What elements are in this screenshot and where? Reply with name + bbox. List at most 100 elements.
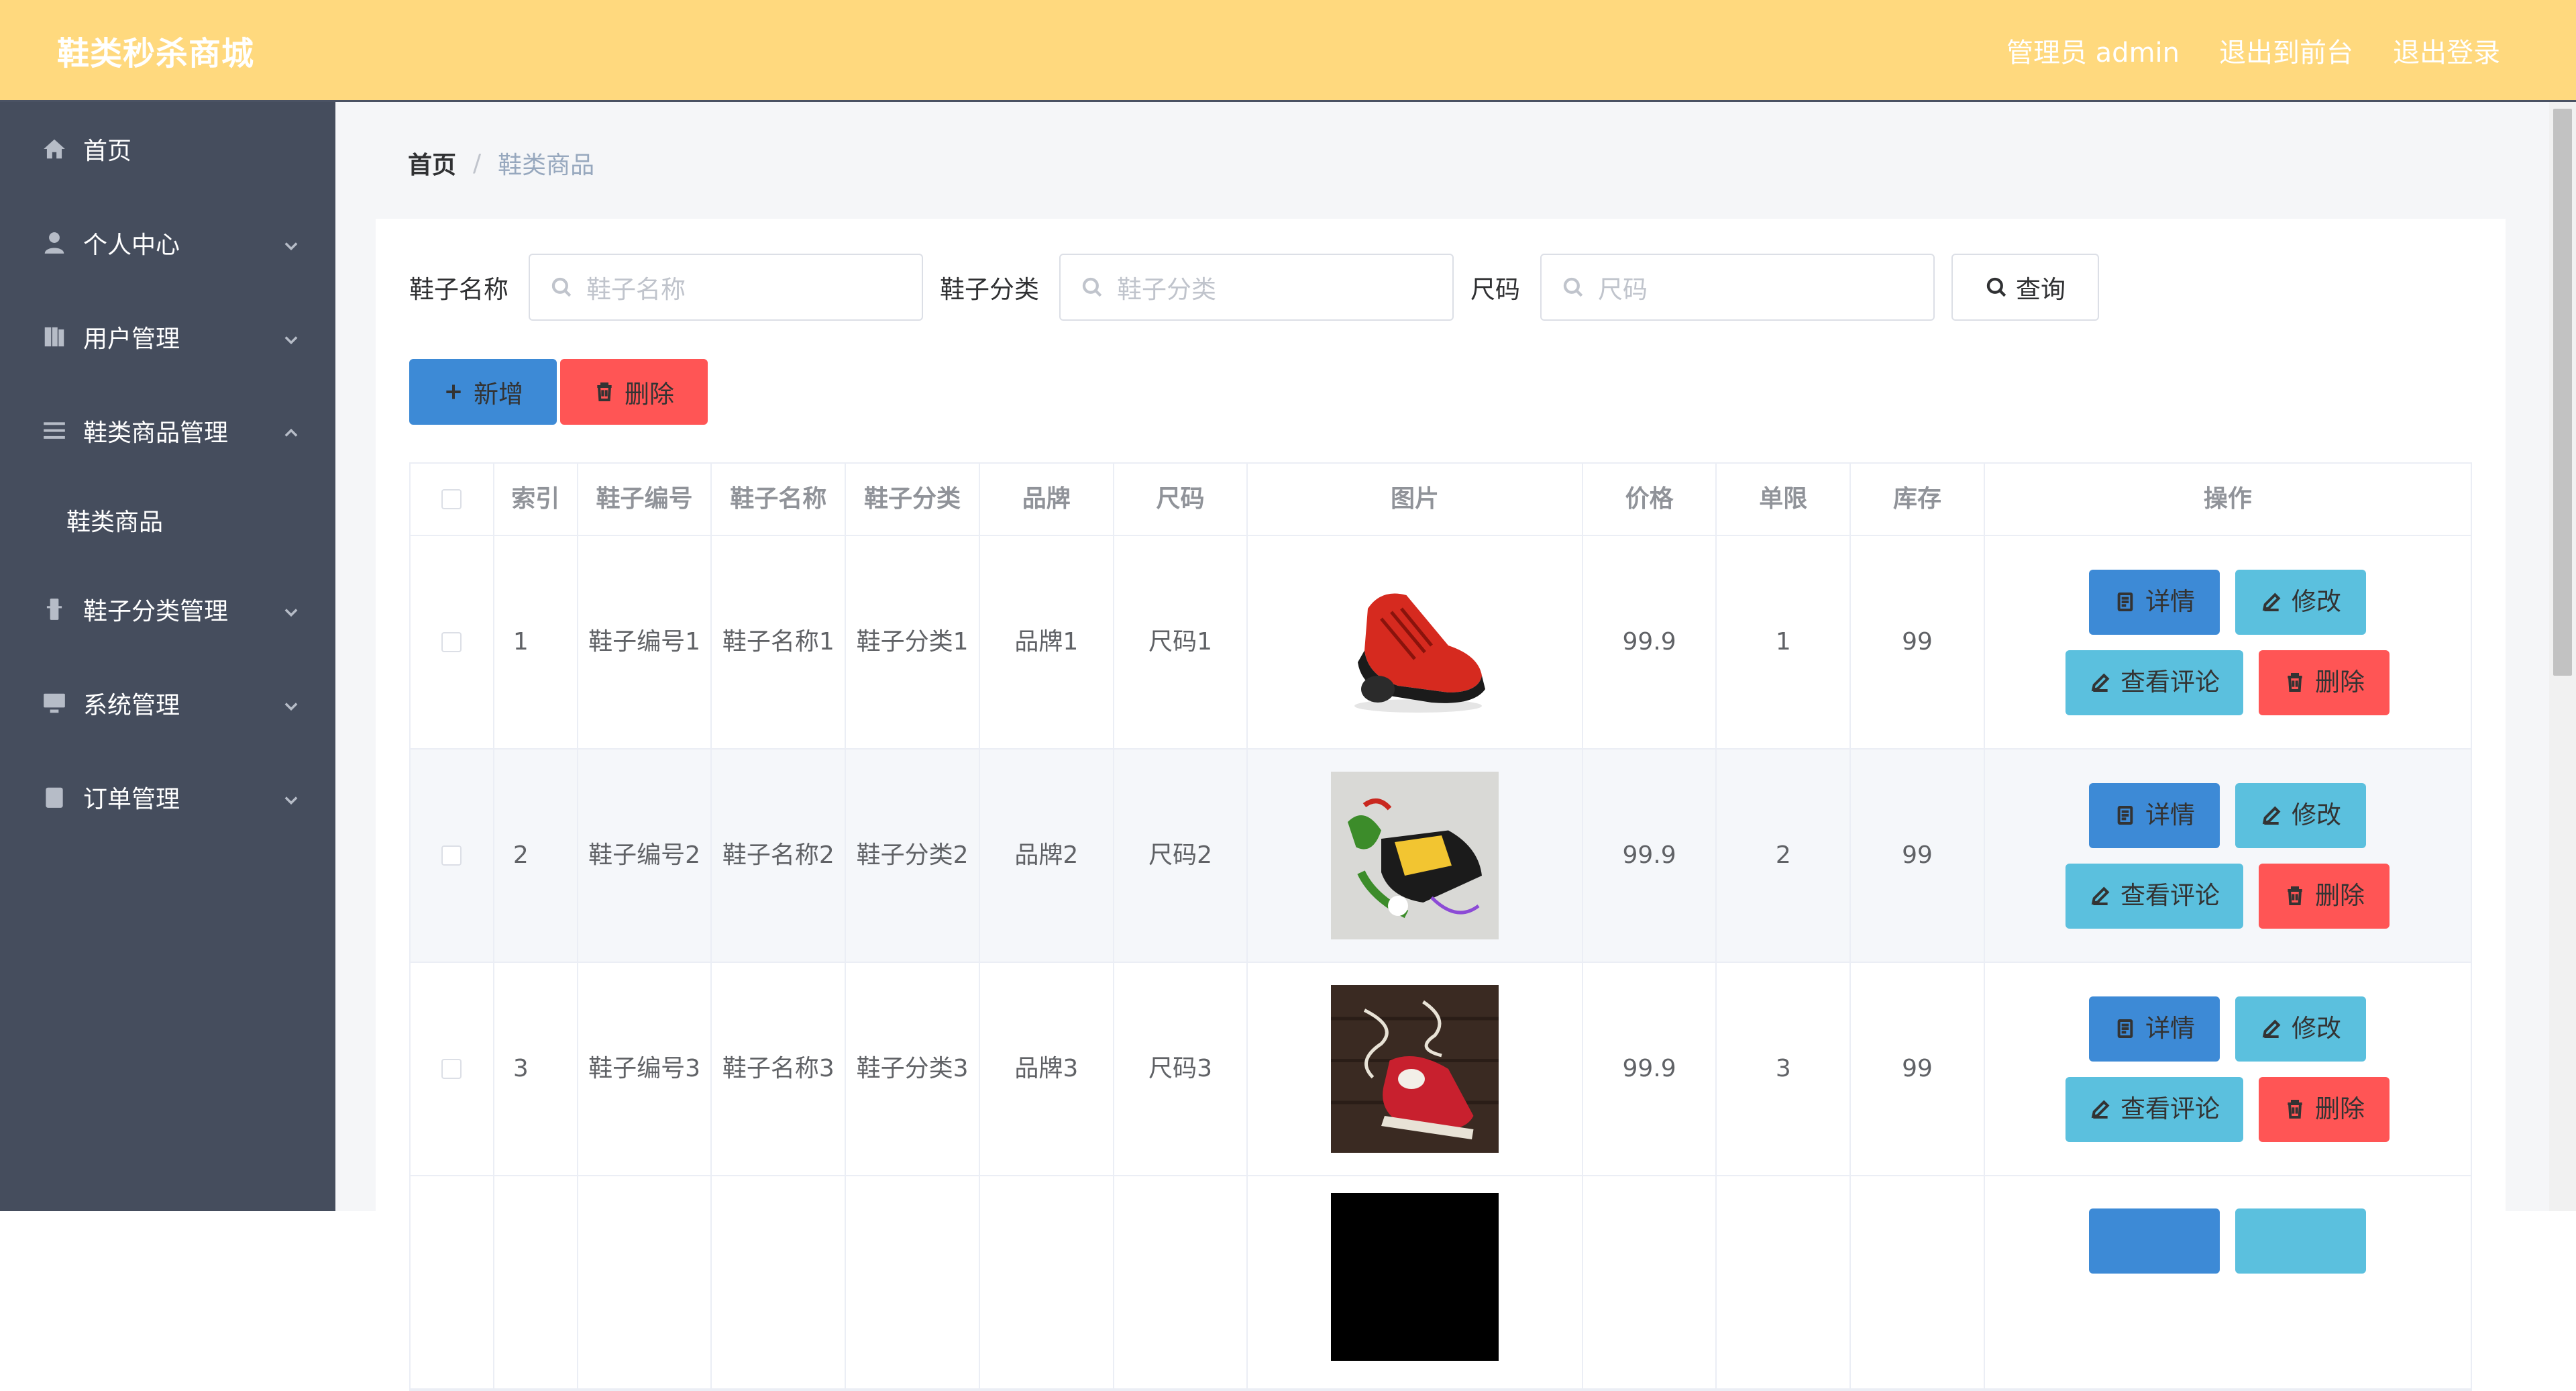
breadcrumb-home[interactable]: 首页 — [408, 146, 456, 181]
sidebar-item-profile[interactable]: 个人中心 — [0, 196, 335, 290]
site-brand: 鞋类秒杀商城 — [57, 34, 255, 72]
image-cell — [1248, 1176, 1583, 1388]
delete-button[interactable]: 删除 — [2259, 863, 2390, 929]
product-image[interactable] — [1331, 772, 1499, 939]
ops-cell: 详情 修改 查看评论 删除 — [1985, 963, 2471, 1175]
edit-button[interactable] — [2235, 1208, 2367, 1274]
main-content: 首页 / 鞋类商品 鞋子名称 鞋子名称 鞋子分类 鞋子分类 尺码 尺码 查询 新… — [335, 102, 2549, 1391]
detail-button[interactable]: 详情 — [2089, 782, 2220, 848]
edit-label: 修改 — [2291, 801, 2341, 829]
header-select-cell — [411, 464, 494, 535]
shoe-category-placeholder: 鞋子分类 — [1117, 275, 1216, 304]
header-name: 鞋子名称 — [712, 464, 847, 535]
row-checkbox[interactable] — [441, 632, 462, 652]
monitor-icon — [42, 690, 67, 716]
pencil-icon — [2091, 673, 2110, 692]
size-input[interactable]: 尺码 — [1540, 254, 1935, 321]
shoe-name-placeholder: 鞋子名称 — [586, 275, 686, 304]
header-stock: 库存 — [1851, 464, 1985, 535]
sidebar-item-label: 订单管理 — [83, 786, 180, 813]
products-table: 索引 鞋子编号 鞋子名称 鞋子分类 品牌 尺码 图片 价格 单限 库存 操作 1… — [409, 462, 2472, 1391]
breadcrumb: 首页 / 鞋类商品 — [408, 146, 594, 181]
product-image[interactable] — [1331, 558, 1499, 726]
size-cell — [1114, 1176, 1248, 1388]
category-cell: 鞋子分类3 — [846, 963, 980, 1175]
sidebar: 首页 个人中心 用户管理 鞋类商品管理 鞋类商品 鞋子分类管理 系统管理 订单管… — [0, 102, 335, 1211]
select-cell — [411, 536, 494, 748]
header-image: 图片 — [1248, 464, 1583, 535]
trash-icon — [2288, 673, 2302, 692]
sidebar-item-label: 用户管理 — [83, 325, 180, 353]
add-button[interactable]: 新增 — [409, 359, 557, 425]
exit-to-front-link[interactable]: 退出到前台 — [2219, 31, 2353, 70]
page-scrollbar[interactable] — [2549, 102, 2576, 1211]
row-checkbox[interactable] — [441, 1059, 462, 1079]
delete-button[interactable]: 删除 — [2259, 1076, 2390, 1142]
scrollbar-thumb[interactable] — [2553, 109, 2572, 676]
sidebar-item-orders[interactable]: 订单管理 — [0, 750, 335, 844]
delete-label: 删除 — [2314, 1094, 2365, 1123]
edit-button[interactable]: 修改 — [2235, 996, 2367, 1062]
document-icon — [2117, 806, 2133, 825]
product-image[interactable] — [1331, 985, 1499, 1153]
view-comments-button[interactable]: 查看评论 — [2065, 650, 2244, 715]
header-limit: 单限 — [1717, 464, 1851, 535]
detail-button[interactable]: 详情 — [2089, 569, 2220, 635]
pencil-icon — [2262, 806, 2281, 825]
ops-cell — [1985, 1176, 2471, 1388]
size-cell: 尺码3 — [1114, 963, 1248, 1175]
search-icon — [1082, 277, 1102, 297]
shoe-name-input[interactable]: 鞋子名称 — [529, 254, 923, 321]
index-cell: 3 — [494, 963, 578, 1175]
search-icon — [1986, 277, 2006, 297]
delete-button[interactable]: 删除 — [2259, 650, 2390, 715]
header-size: 尺码 — [1114, 464, 1248, 535]
size-cell: 尺码1 — [1114, 536, 1248, 748]
detail-label: 详情 — [2145, 587, 2195, 616]
user-icon — [42, 230, 67, 256]
row-actions: 详情 修改 查看评论 删除 — [2065, 996, 2390, 1142]
chevron-down-icon — [282, 600, 301, 619]
view-comments-label: 查看评论 — [2120, 881, 2220, 910]
shoe-name-label: 鞋子名称 — [409, 275, 508, 304]
document-icon — [2117, 1019, 2133, 1038]
logout-link[interactable]: 退出登录 — [2393, 31, 2500, 70]
sidebar-item-shoe-categories[interactable]: 鞋子分类管理 — [0, 562, 335, 656]
admin-user-label[interactable]: 管理员 admin — [2006, 31, 2180, 70]
price-cell: 99.9 — [1583, 536, 1717, 748]
add-button-label: 新增 — [474, 380, 523, 409]
detail-button[interactable]: 详情 — [2089, 996, 2220, 1062]
content-card: 鞋子名称 鞋子名称 鞋子分类 鞋子分类 尺码 尺码 查询 新增 删除 索引 鞋子… — [376, 219, 2506, 1391]
query-button[interactable]: 查询 — [1951, 254, 2099, 321]
sidebar-item-system[interactable]: 系统管理 — [0, 656, 335, 750]
detail-label: 详情 — [2145, 1014, 2195, 1043]
sidebar-item-label: 个人中心 — [83, 231, 180, 259]
view-comments-button[interactable]: 查看评论 — [2065, 1076, 2244, 1142]
view-comments-button[interactable]: 查看评论 — [2065, 863, 2244, 929]
row-actions-bottom: 查看评论 删除 — [2065, 863, 2390, 929]
edit-label: 修改 — [2291, 587, 2341, 616]
sidebar-item-home[interactable]: 首页 — [0, 102, 335, 196]
product-image[interactable] — [1331, 1193, 1499, 1361]
stock-cell: 99 — [1851, 963, 1985, 1175]
brand-cell — [980, 1176, 1114, 1388]
detail-button[interactable] — [2089, 1208, 2220, 1274]
row-checkbox[interactable] — [441, 845, 462, 866]
limit-cell: 3 — [1717, 963, 1851, 1175]
sidebar-item-shoe-products[interactable]: 鞋类商品管理 — [0, 384, 335, 478]
trash-icon — [2288, 886, 2302, 905]
edit-button[interactable]: 修改 — [2235, 782, 2367, 848]
search-icon — [1563, 277, 1583, 297]
sidebar-item-users[interactable]: 用户管理 — [0, 290, 335, 384]
brand-cell: 品牌1 — [980, 536, 1114, 748]
edit-button[interactable]: 修改 — [2235, 569, 2367, 635]
header-category: 鞋子分类 — [846, 464, 980, 535]
shoe-category-input[interactable]: 鞋子分类 — [1059, 254, 1454, 321]
row-actions: 详情 修改 查看评论 删除 — [2065, 782, 2390, 929]
select-all-checkbox[interactable] — [441, 489, 462, 509]
sidebar-subitem-shoe-products[interactable]: 鞋类商品 — [0, 478, 335, 562]
delete-label: 删除 — [2314, 881, 2365, 910]
bulk-delete-button[interactable]: 删除 — [560, 359, 708, 425]
home-icon — [42, 136, 67, 162]
delete-label: 删除 — [2314, 668, 2365, 697]
